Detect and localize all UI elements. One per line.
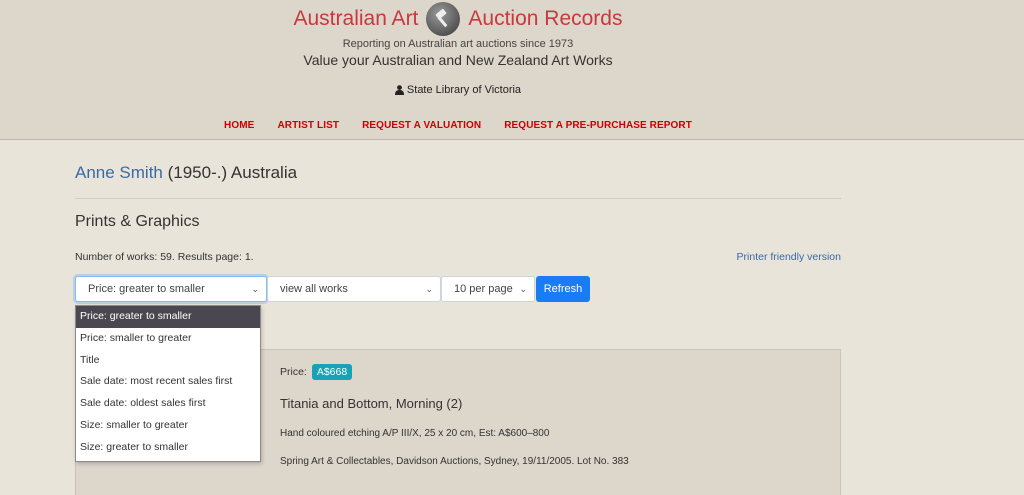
subtitle: Value your Australian and New Zealand Ar… [303,52,613,68]
chevron-down-icon: ⌄ [425,284,433,294]
library-label: State Library of Victoria [406,84,522,96]
gavel-logo-icon [426,2,461,36]
nav-request-valuation[interactable]: REQUEST A VALUATION [362,120,481,131]
site-brand[interactable]: Australian Art Auction Records [0,2,916,36]
per-page-select-value: 10 per page [454,283,513,295]
nav-pre-purchase-report[interactable]: REQUEST A PRE-PURCHASE REPORT [504,120,692,131]
chevron-down-icon: ⌄ [251,284,259,294]
work-title: Titania and Bottom, Morning (2) [280,396,463,411]
divider [75,198,841,199]
price-row: Price: A$668 [280,364,353,380]
results-summary: Number of works: 59. Results page: 1. [75,251,254,263]
artist-details: (1950-.) Australia [162,163,298,182]
brand-title-left: Australian Art [293,7,419,30]
chevron-down-icon: ⌄ [519,284,527,294]
sort-option[interactable]: Size: greater to smaller [76,437,260,459]
sort-option[interactable]: Sale date: most recent sales first [76,371,260,393]
work-description: Hand coloured etching A/P III/X, 25 x 20… [280,428,550,439]
site-header: Australian Art Auction Records Reporting… [0,0,1024,140]
sort-option[interactable]: Size: smaller to greater [76,415,260,437]
work-sale-info: Spring Art & Collectables, Davidson Auct… [280,456,629,467]
refresh-button[interactable]: Refresh [536,276,590,302]
sort-option[interactable]: Price: greater to smaller [76,306,260,328]
price-badge: A$668 [311,364,353,380]
page-title: Anne Smith (1950-.) Australia [75,163,297,183]
user-icon [394,85,404,95]
sort-select-value: Price: greater to smaller [88,283,205,295]
tagline: Reporting on Australian art auctions sin… [342,38,574,50]
sort-option[interactable]: Title [76,350,260,372]
sort-option[interactable]: Sale date: oldest sales first [76,393,260,415]
library-link[interactable]: State Library of Victoria [0,84,916,96]
nav-artist-list[interactable]: ARTIST LIST [277,120,339,131]
price-label: Price: [280,366,307,378]
sort-dropdown-list: Price: greater to smaller Price: smaller… [75,305,261,462]
view-select-value: view all works [280,283,348,295]
artist-name: Anne Smith [75,163,163,182]
nav-home[interactable]: HOME [224,120,254,131]
sort-select[interactable]: Price: greater to smaller ⌄ [75,276,267,302]
main-nav: HOME ARTIST LIST REQUEST A VALUATION REQ… [0,120,916,131]
brand-title-right: Auction Records [468,7,623,30]
per-page-select[interactable]: 10 per page ⌄ [441,276,535,302]
section-title: Prints & Graphics [75,213,200,230]
view-select[interactable]: view all works ⌄ [267,276,441,302]
printer-friendly-link[interactable]: Printer friendly version [737,251,841,263]
sort-option[interactable]: Price: smaller to greater [76,328,260,350]
